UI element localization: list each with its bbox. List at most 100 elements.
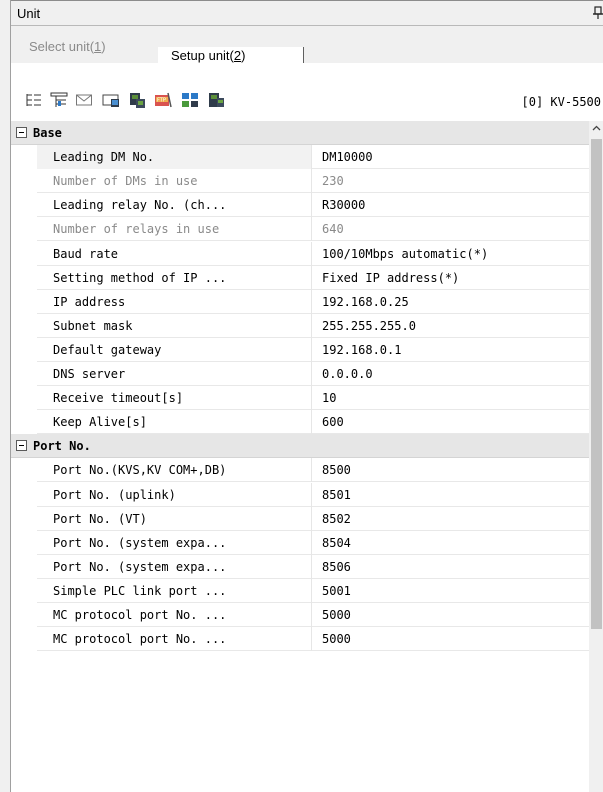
row-gutter [11, 314, 37, 338]
row-gutter [11, 555, 37, 579]
property-name: Port No.(KVS,KV COM+,DB) [53, 463, 227, 477]
property-name: Default gateway [53, 343, 162, 357]
network-icon[interactable] [181, 91, 199, 109]
property-row[interactable]: Simple PLC link port ... 5001 [11, 579, 589, 603]
panel-title: Unit [17, 6, 41, 21]
property-value: 230 [322, 174, 344, 188]
category-row[interactable]: Base [11, 121, 589, 145]
tab-select-unit-suffix: ) [101, 39, 106, 54]
property-row[interactable]: MC protocol port No. ... 5000 [11, 603, 589, 627]
property-name: Receive timeout[s] [53, 391, 184, 405]
property-row[interactable]: Subnet mask 255.255.255.0 [11, 314, 589, 338]
row-gutter [11, 169, 37, 193]
property-value[interactable]: 8504 [312, 531, 589, 555]
property-value[interactable]: 5001 [312, 579, 589, 603]
property-row[interactable]: Receive timeout[s] 10 [11, 386, 589, 410]
property-row[interactable]: Port No.(KVS,KV COM+,DB) 8500 [11, 458, 589, 482]
property-row[interactable]: IP address 192.168.0.25 [11, 290, 589, 314]
tab-select-unit[interactable]: Select unit(1) [29, 35, 106, 59]
current-unit-label: [0] KV-5500 [521, 95, 601, 109]
property-row[interactable]: Leading DM No. DM10000 [11, 145, 589, 169]
property-name: Port No. (system expa... [53, 536, 227, 550]
row-gutter [11, 483, 37, 507]
row-gutter [11, 458, 37, 482]
toolbar [11, 84, 603, 118]
property-sort-icon[interactable] [25, 91, 43, 109]
property-name: Number of DMs in use [53, 174, 198, 188]
category-row[interactable]: Port No. [11, 434, 589, 458]
row-gutter [11, 145, 37, 169]
property-value[interactable]: Fixed IP address(*) [312, 266, 589, 290]
property-row[interactable]: Setting method of IP ... Fixed IP address… [11, 266, 589, 290]
collapse-toggle-icon[interactable] [16, 440, 27, 451]
property-row[interactable]: Leading relay No. (ch... R30000 [11, 193, 589, 217]
property-row[interactable]: Port No. (VT) 8502 [11, 507, 589, 531]
property-value[interactable]: 8502 [312, 507, 589, 531]
row-gutter [11, 531, 37, 555]
property-row[interactable]: Port No. (system expa... 8506 [11, 555, 589, 579]
module-paste-icon[interactable] [207, 91, 225, 109]
property-name: MC protocol port No. ... [53, 608, 227, 622]
property-row[interactable]: Number of DMs in use 230 [11, 169, 589, 193]
property-value[interactable]: DM10000 [312, 145, 589, 169]
property-value[interactable]: 192.168.0.25 [312, 290, 589, 314]
ftp-icon[interactable]: FTP [154, 91, 172, 109]
property-name: IP address [53, 295, 126, 309]
tab-active-divider [303, 47, 304, 63]
property-value[interactable]: 5000 [312, 603, 589, 627]
property-name: Keep Alive[s] [53, 415, 147, 429]
row-gutter [11, 362, 37, 386]
property-value[interactable]: 8506 [312, 555, 589, 579]
vertical-scrollbar[interactable] [589, 121, 603, 792]
property-row[interactable]: Keep Alive[s] 600 [11, 410, 589, 434]
property-name: Leading relay No. (ch... [53, 198, 227, 212]
property-row[interactable]: Baud rate 100/10Mbps automatic(*) [11, 242, 589, 266]
property-row[interactable]: DNS server 0.0.0.0 [11, 362, 589, 386]
row-gutter [11, 579, 37, 603]
row-gutter [11, 507, 37, 531]
row-gutter [11, 290, 37, 314]
property-value[interactable]: 255.255.255.0 [312, 314, 589, 338]
unit-settings-icon[interactable] [102, 91, 120, 109]
row-gutter [11, 603, 37, 627]
property-value[interactable]: 100/10Mbps automatic(*) [312, 242, 589, 266]
panel-titlebar: Unit [11, 0, 603, 26]
tab-setup-unit[interactable]: Setup unit(2) [171, 48, 245, 63]
property-value[interactable]: 192.168.0.1 [312, 338, 589, 362]
pin-icon[interactable] [592, 5, 603, 21]
property-value[interactable]: 8501 [312, 483, 589, 507]
property-value[interactable]: 0.0.0.0 [312, 362, 589, 386]
row-gutter [11, 242, 37, 266]
property-name: Subnet mask [53, 319, 133, 333]
scroll-up-arrow-icon[interactable] [589, 121, 603, 137]
left-edge-strip [0, 0, 10, 792]
property-row[interactable]: Port No. (uplink) 8501 [11, 483, 589, 507]
mail-icon[interactable] [75, 91, 93, 109]
property-value[interactable]: 5000 [312, 627, 589, 651]
property-value[interactable]: 600 [312, 410, 589, 434]
property-row[interactable]: Default gateway 192.168.0.1 [11, 338, 589, 362]
tab-setup-unit-suffix: ) [241, 48, 246, 63]
row-gutter [11, 410, 37, 434]
property-row[interactable]: Number of relays in use 640 [11, 217, 589, 241]
property-name: DNS server [53, 367, 126, 381]
category-label: Base [33, 126, 62, 140]
property-value: 640 [322, 222, 344, 236]
property-name: Leading DM No. [11, 145, 311, 169]
property-value[interactable]: 10 [312, 386, 589, 410]
property-row[interactable]: Port No. (system expa... 8504 [11, 531, 589, 555]
module-copy-icon[interactable] [128, 91, 146, 109]
category-sort-icon[interactable] [50, 91, 68, 109]
collapse-toggle-icon[interactable] [16, 127, 27, 138]
property-value[interactable]: 8500 [312, 458, 589, 482]
property-name: Setting method of IP ... [53, 271, 227, 285]
property-name: Port No. (system expa... [53, 560, 227, 574]
property-value[interactable]: R30000 [312, 193, 589, 217]
row-gutter [11, 386, 37, 410]
scroll-thumb[interactable] [591, 139, 602, 629]
property-row[interactable]: MC protocol port No. ... 5000 [11, 627, 589, 651]
row-gutter [11, 217, 37, 241]
property-name: MC protocol port No. ... [53, 632, 227, 646]
svg-text:FTP: FTP [157, 98, 166, 104]
property-name: Port No. (uplink) [53, 488, 176, 502]
